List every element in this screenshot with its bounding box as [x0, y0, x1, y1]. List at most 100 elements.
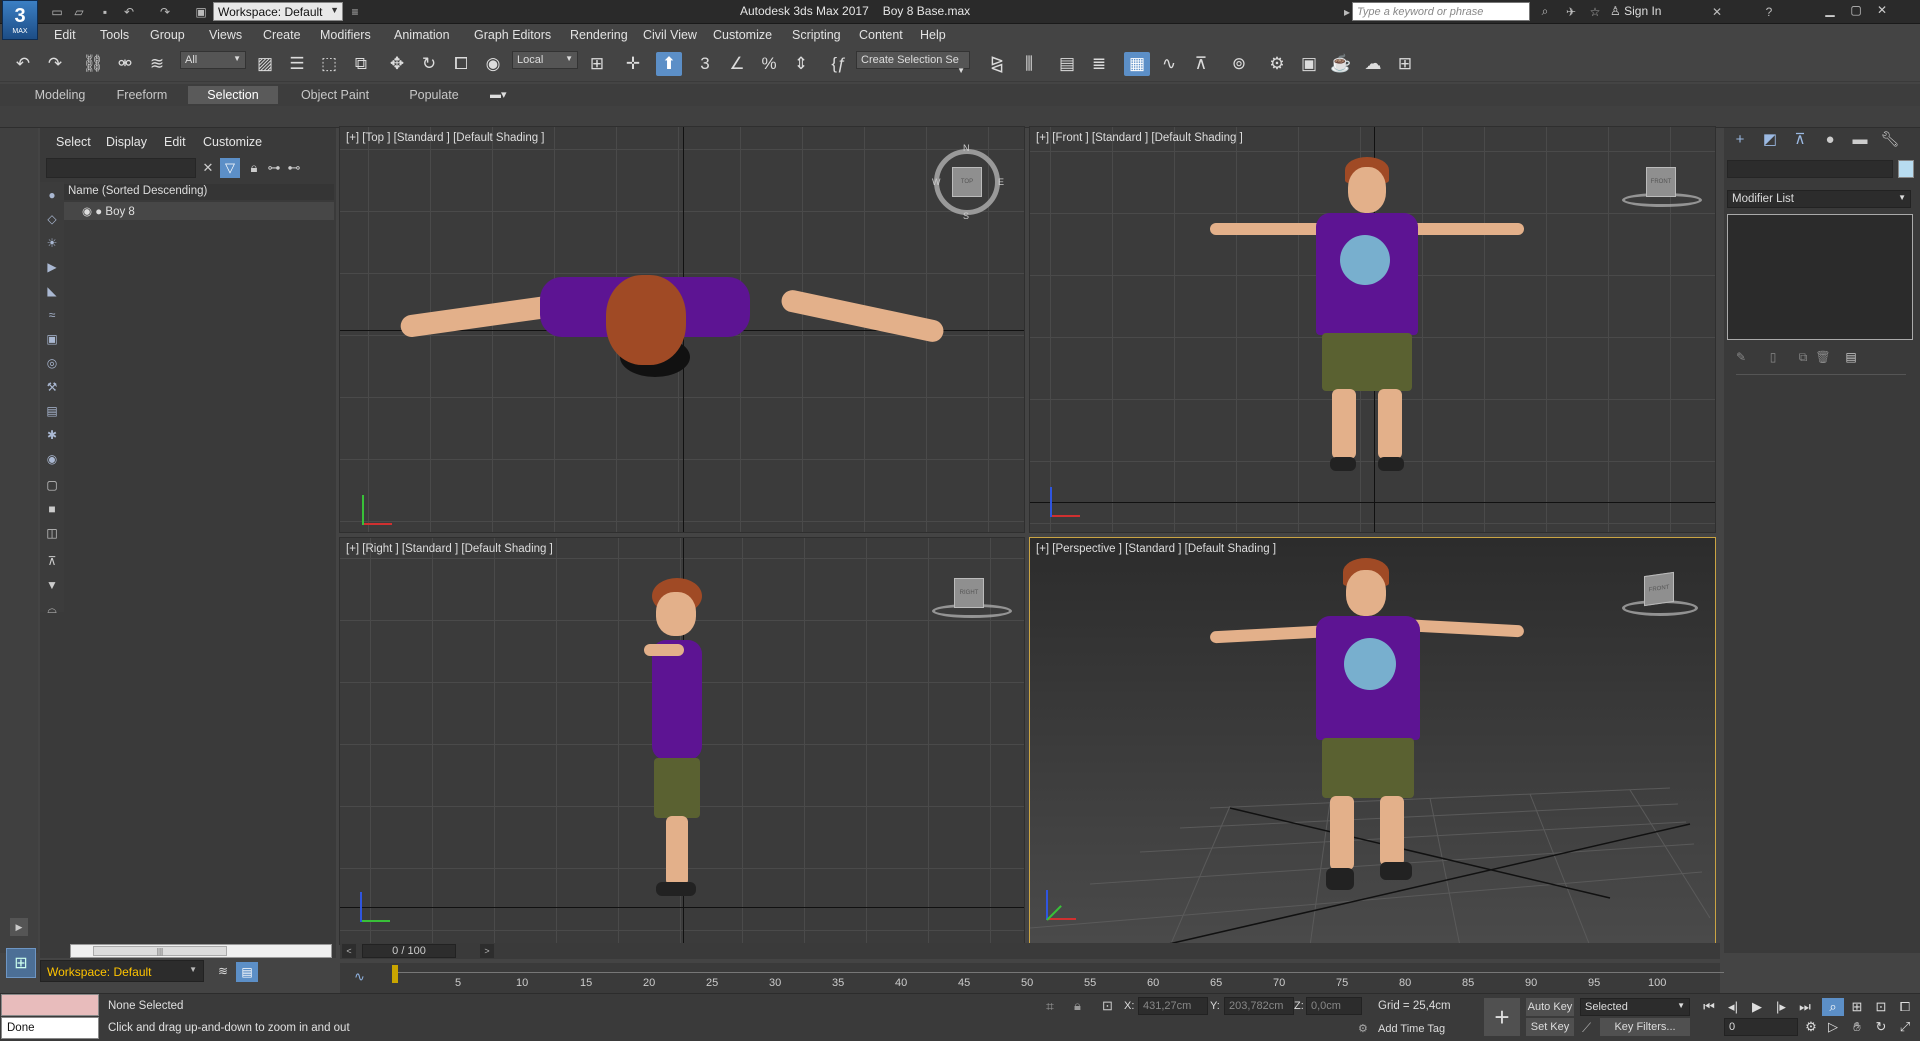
display-filter-icon[interactable]: ⊼: [43, 552, 61, 570]
object-color-swatch[interactable]: [1898, 160, 1914, 178]
subscription-icon[interactable]: ✈: [1562, 3, 1580, 20]
layers-icon[interactable]: ≋: [214, 962, 232, 980]
menu-animation[interactable]: Animation: [394, 28, 450, 42]
time-slider-thumb[interactable]: 0 / 100: [362, 944, 456, 958]
workspace-dropdown[interactable]: Workspace: Default ▼: [213, 2, 343, 21]
menu-help[interactable]: Help: [920, 28, 946, 42]
render-in-cloud-icon[interactable]: ⊞: [1392, 52, 1418, 76]
help-icon[interactable]: ?: [1760, 3, 1778, 20]
mirror-icon[interactable]: ⧎: [984, 52, 1010, 76]
redo-icon[interactable]: ↷: [156, 3, 174, 20]
viewport-front[interactable]: [+] [Front ] [Standard ] [Default Shadin…: [1029, 126, 1716, 533]
character-model[interactable]: [1209, 558, 1540, 908]
explorer-menu-edit[interactable]: Edit: [164, 135, 186, 149]
quick-access-menu-icon[interactable]: ≡: [346, 3, 364, 20]
auto-key-button[interactable]: Auto Key: [1526, 998, 1574, 1016]
display-cameras-icon[interactable]: ▶: [43, 258, 61, 276]
project-folder-icon[interactable]: ▣: [192, 3, 210, 20]
rectangular-selection-icon[interactable]: ⬚: [316, 52, 342, 76]
menu-create[interactable]: Create: [263, 28, 301, 42]
minimize-icon[interactable]: ▁: [1816, 0, 1844, 20]
viewcube[interactable]: TOP: [952, 167, 982, 197]
select-manipulate-icon[interactable]: ✛: [620, 52, 646, 76]
bind-space-warp-icon[interactable]: ≋: [144, 52, 170, 76]
unlink-icon[interactable]: ⚮: [112, 52, 138, 76]
display-particles-icon[interactable]: ✱: [43, 426, 61, 444]
character-model[interactable]: [399, 267, 960, 397]
zoom-extents-all-icon[interactable]: ⧠: [1894, 998, 1916, 1016]
select-by-name-icon[interactable]: ☰: [284, 52, 310, 76]
pivot-center-icon[interactable]: ⊞: [584, 52, 610, 76]
display-lights-icon[interactable]: ☀: [43, 234, 61, 252]
scale-icon[interactable]: ⧠: [448, 52, 474, 76]
field-of-view-icon[interactable]: ▷: [1822, 1018, 1844, 1036]
scrollbar-thumb[interactable]: |||: [93, 946, 227, 956]
align-icon[interactable]: ⫼: [1016, 52, 1042, 76]
explorer-menu-display[interactable]: Display: [106, 135, 147, 149]
tab-modeling[interactable]: Modeling: [20, 86, 100, 104]
favorites-star-icon[interactable]: ☆: [1586, 3, 1604, 20]
tab-object-paint[interactable]: Object Paint: [290, 86, 380, 104]
hierarchy-tab-icon[interactable]: ⊼: [1786, 128, 1814, 150]
tab-selection[interactable]: Selection: [188, 86, 278, 104]
display-frozen-icon[interactable]: ◉: [43, 450, 61, 468]
zoom-extents-icon[interactable]: ⊡: [1870, 998, 1892, 1016]
viewport-label[interactable]: [+] [Perspective ] [Standard ] [Default …: [1036, 543, 1276, 555]
exchange-icon[interactable]: ✕: [1708, 3, 1726, 20]
undo-icon[interactable]: ↶: [120, 3, 138, 20]
time-prev-icon[interactable]: <: [342, 944, 356, 958]
viewport-label[interactable]: [+] [Top ] [Standard ] [Default Shading …: [346, 132, 545, 144]
sort-icon[interactable]: ⊷: [284, 158, 304, 178]
bone-icon[interactable]: ⌓: [43, 600, 61, 618]
tab-freeform[interactable]: Freeform: [102, 86, 182, 104]
configure-modifier-sets-icon[interactable]: ▤: [1842, 348, 1860, 366]
menu-edit[interactable]: Edit: [54, 28, 76, 42]
display-all-icon[interactable]: ■: [43, 500, 61, 518]
expand-arrow-icon[interactable]: ▶: [10, 918, 28, 936]
window-crossing-icon[interactable]: ⧉: [348, 52, 374, 76]
menu-graph-editors[interactable]: Graph Editors: [474, 28, 551, 42]
time-tag-icon[interactable]: ⚙: [1358, 1022, 1368, 1035]
isolate-selection-icon[interactable]: ⌗: [1046, 998, 1054, 1015]
orbit-icon[interactable]: ↻: [1870, 1018, 1892, 1036]
utilities-tab-icon[interactable]: 🔧︎: [1876, 128, 1904, 150]
display-containers-icon[interactable]: ▤: [43, 402, 61, 420]
display-shapes-icon[interactable]: ◇: [43, 210, 61, 228]
script-output-field[interactable]: Done: [1, 1017, 99, 1039]
absolute-mode-icon[interactable]: ⊡: [1102, 998, 1113, 1014]
menu-group[interactable]: Group: [150, 28, 185, 42]
render-setup-icon[interactable]: ⚙: [1264, 52, 1290, 76]
undo-icon[interactable]: ↶: [10, 52, 36, 76]
filter-icon[interactable]: ▽: [220, 158, 240, 178]
display-hidden-icon[interactable]: ▢: [43, 476, 61, 494]
app-logo-button[interactable]: 3 MAX: [2, 0, 38, 40]
display-bones-icon[interactable]: ⚒: [43, 378, 61, 396]
viewcube[interactable]: FRONT: [1644, 571, 1674, 607]
save-icon[interactable]: ▪: [96, 3, 114, 20]
maximize-icon[interactable]: ▢: [1842, 0, 1870, 20]
maximize-viewport-icon[interactable]: ⤢: [1894, 1018, 1916, 1036]
character-model[interactable]: [640, 578, 730, 908]
move-icon[interactable]: ✥: [384, 52, 410, 76]
time-next-icon[interactable]: >: [480, 944, 494, 958]
menu-civil-view[interactable]: Civil View: [643, 28, 697, 42]
spinner-snap-icon[interactable]: ⇕: [788, 52, 814, 76]
snaps-toggle-icon[interactable]: 3: [692, 52, 718, 76]
viewport-right[interactable]: [+] [Right ] [Standard ] [Default Shadin…: [339, 537, 1025, 945]
x-coordinate-field[interactable]: 431,27cm: [1138, 997, 1208, 1015]
menu-modifiers[interactable]: Modifiers: [320, 28, 371, 42]
viewcube[interactable]: FRONT: [1646, 167, 1676, 197]
viewport-layout-icon[interactable]: ⊞: [6, 948, 36, 978]
make-unique-icon[interactable]: ⧉: [1794, 348, 1812, 366]
viewcube[interactable]: RIGHT: [954, 578, 984, 608]
layer-explorer-icon[interactable]: ≣: [1086, 52, 1112, 76]
clear-search-icon[interactable]: ✕: [198, 158, 218, 178]
ribbon-options-icon[interactable]: ▬▾: [490, 88, 507, 101]
sign-in-button[interactable]: ♙ Sign In: [1610, 4, 1661, 18]
binoculars-icon[interactable]: ⌕: [1536, 3, 1554, 20]
close-icon[interactable]: ✕: [1868, 0, 1896, 20]
previous-frame-icon[interactable]: ◂|: [1722, 998, 1744, 1016]
redo-icon[interactable]: ↷: [42, 52, 68, 76]
display-geometry-icon[interactable]: ●: [43, 186, 61, 204]
modifier-stack[interactable]: [1727, 214, 1913, 340]
